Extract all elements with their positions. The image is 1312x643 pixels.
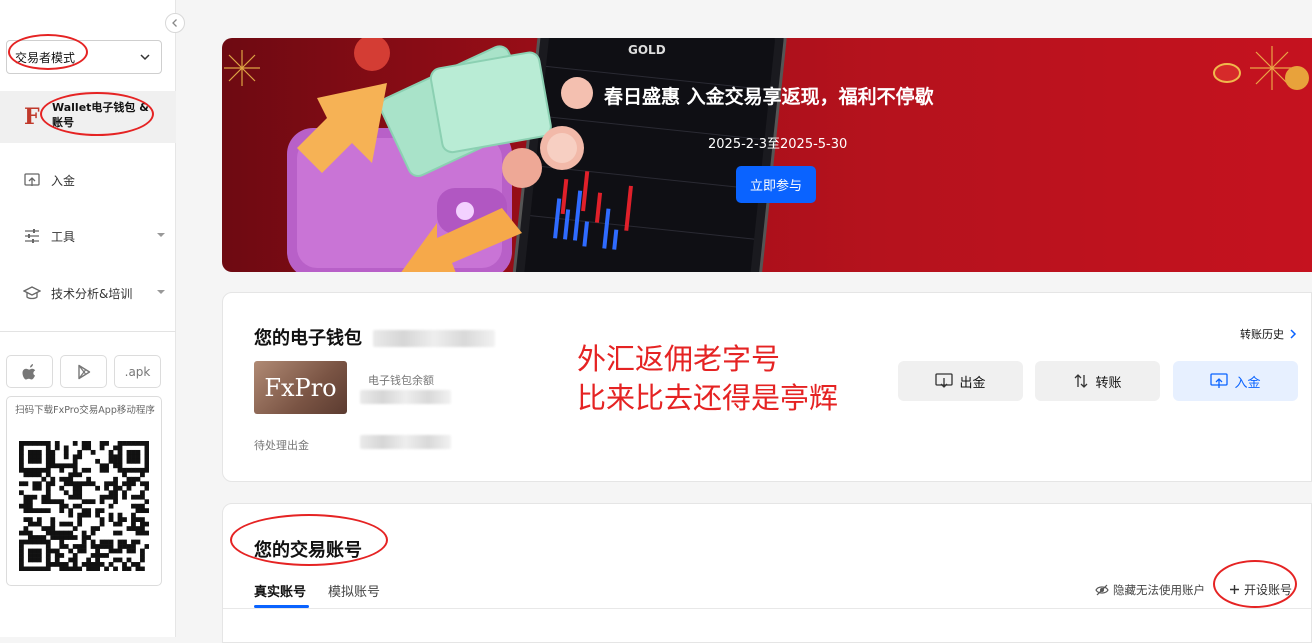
apk-download-button[interactable]: .apk <box>114 355 161 388</box>
banner-illustration <box>224 38 1309 272</box>
withdraw-button[interactable]: 出金 <box>898 361 1023 401</box>
fxpro-logo: FxPro <box>254 361 347 414</box>
plus-icon <box>1230 585 1239 594</box>
qr-caption: 扫码下载FxPro交易App移动程序 <box>15 405 155 416</box>
transfer-button[interactable]: 转账 <box>1035 361 1160 401</box>
transfer-history-label: 转账历史 <box>1240 328 1284 341</box>
sidebar-item-analysis-label: 技术分析&培训 <box>51 286 133 301</box>
apple-icon <box>22 363 35 379</box>
deposit-icon <box>22 170 42 190</box>
sidebar-item-deposit-label: 入金 <box>51 173 76 188</box>
withdraw-label: 出金 <box>959 375 986 391</box>
hide-unusable-toggle[interactable]: 隐藏无法使用账户 <box>1095 582 1205 598</box>
trading-accounts-title: 您的交易账号 <box>254 540 362 561</box>
overlay-annotation-text: 外汇返佣老字号 比来比去还得是亭辉 <box>577 340 838 418</box>
overlay-line-1: 外汇返佣老字号 <box>577 342 781 376</box>
masked-pending <box>360 435 451 449</box>
masked-wallet-id <box>373 330 495 347</box>
transfer-label: 转账 <box>1095 375 1122 391</box>
promo-banner[interactable]: GOLD 春日盛惠 入金交易享返现，福利不停歇 2025-2-3至2025-5-… <box>222 38 1312 272</box>
overlay-line-2: 比来比去还得是亭辉 <box>577 381 839 415</box>
open-account-label: 开设账号 <box>1244 583 1293 597</box>
mode-select-value: 交易者模式 <box>15 50 76 65</box>
fxpro-logo-icon: F <box>24 104 40 130</box>
google-play-icon <box>77 364 90 379</box>
sidebar: 交易者模式 F Wallet电子钱包 & 账号 入金 工具 技术分析&培训 .a… <box>0 0 176 637</box>
mode-select[interactable]: 交易者模式 <box>6 40 162 74</box>
sidebar-divider <box>0 331 176 332</box>
chevron-down-icon <box>140 54 150 61</box>
phone-gold-label: GOLD <box>628 43 666 57</box>
deposit-button[interactable]: 入金 <box>1173 361 1298 401</box>
sidebar-item-tools-label: 工具 <box>51 229 76 244</box>
sidebar-item-tools[interactable]: 工具 <box>22 226 165 246</box>
tab-real-accounts[interactable]: 真实账号 <box>254 581 306 600</box>
sidebar-item-analysis[interactable]: 技术分析&培训 <box>22 283 165 303</box>
qr-code-icon <box>19 441 149 571</box>
sidebar-collapse-button[interactable] <box>165 13 185 33</box>
join-now-button[interactable]: 立即参与 <box>736 166 816 203</box>
tab-demo-accounts[interactable]: 模拟账号 <box>328 581 380 600</box>
chevron-left-icon <box>172 19 177 27</box>
tabs-divider <box>223 608 1311 609</box>
hide-unusable-label: 隐藏无法使用账户 <box>1113 583 1205 597</box>
sliders-icon <box>22 226 42 246</box>
trading-accounts-card: 您的交易账号 真实账号 模拟账号 隐藏无法使用账户 开设账号 <box>222 503 1312 643</box>
apk-label: .apk <box>124 364 151 379</box>
transfer-history-link[interactable]: 转账历史 <box>1240 326 1297 342</box>
masked-balance <box>360 390 451 404</box>
banner-title: 春日盛惠 入金交易享返现，福利不停歇 <box>604 86 934 108</box>
caret-down-icon <box>157 290 165 294</box>
caret-down-icon <box>157 233 165 237</box>
app-store-button[interactable] <box>6 355 53 388</box>
wallet-title: 您的电子钱包 <box>254 328 362 349</box>
wallet-balance-label: 电子钱包余额 <box>368 374 434 387</box>
sidebar-item-wallet[interactable]: F Wallet电子钱包 & 账号 <box>0 91 176 143</box>
eye-off-icon <box>1095 584 1109 596</box>
graduation-cap-icon <box>22 283 42 303</box>
qr-download-box: 扫码下载FxPro交易App移动程序 <box>6 396 162 586</box>
chevron-right-icon <box>1290 329 1297 339</box>
withdraw-icon <box>935 373 954 388</box>
open-account-button[interactable]: 开设账号 <box>1229 581 1292 598</box>
sidebar-item-deposit[interactable]: 入金 <box>22 170 75 190</box>
pending-withdrawal-label: 待处理出金 <box>254 439 309 452</box>
sidebar-item-wallet-label: Wallet电子钱包 & 账号 <box>52 101 149 129</box>
deposit-label: 入金 <box>1234 375 1261 391</box>
deposit-icon <box>1210 373 1229 388</box>
google-play-button[interactable] <box>60 355 107 388</box>
banner-date: 2025-2-3至2025-5-30 <box>708 137 848 152</box>
transfer-arrows-icon <box>1075 374 1088 388</box>
